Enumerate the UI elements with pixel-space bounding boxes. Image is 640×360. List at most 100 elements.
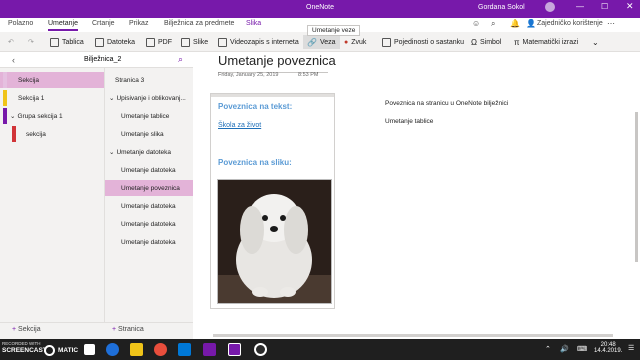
calendar-icon: [382, 37, 391, 47]
emoji-icon[interactable]: ☺: [472, 19, 480, 28]
section-color-tab: [3, 90, 7, 106]
store-icon[interactable]: [178, 343, 191, 356]
section-item-sekcija-lower[interactable]: sekcija: [0, 126, 104, 142]
horizontal-scrollbar[interactable]: [213, 334, 613, 337]
table-icon: [50, 37, 59, 47]
vertical-scrollbar[interactable]: [635, 112, 638, 262]
add-section-button[interactable]: + Sekcija: [12, 326, 41, 333]
search-icon[interactable]: ⌕: [491, 19, 495, 29]
chevron-down-icon: ⌄: [109, 95, 115, 102]
hyperlink[interactable]: Škola za život: [218, 122, 261, 129]
clock[interactable]: 20:48 14.4.2019.: [594, 342, 622, 354]
link-icon: 🔗: [307, 37, 317, 47]
tray-chevron-icon[interactable]: ⌃: [545, 345, 551, 353]
share-icon[interactable]: 👤: [526, 19, 536, 28]
heading-image-link: Poveznica na sliku:: [218, 158, 292, 167]
video-icon: [218, 37, 227, 47]
section-color-tab: [12, 126, 16, 142]
insert-audio-button[interactable]: ● Zvuk: [344, 36, 366, 48]
edge-icon[interactable]: [106, 343, 119, 356]
section-item-sekcija-1[interactable]: Sekcija 1: [0, 90, 104, 106]
insert-online-video-button[interactable]: Videozapis s interneta: [218, 36, 299, 48]
tab-biljeznica-za-predmete[interactable]: Bilježnica za predmete: [164, 20, 234, 27]
page-item[interactable]: Umetanje datoteka: [105, 234, 194, 250]
redo-icon[interactable]: ↷: [28, 36, 34, 48]
pdf-icon: [146, 37, 155, 47]
chevron-down-icon: ⌄: [109, 149, 115, 156]
page-item[interactable]: Umetanje datoteka: [105, 198, 194, 214]
math-icon: π: [514, 37, 520, 47]
keyboard-icon[interactable]: ⌨: [577, 345, 587, 353]
section-list: Sekcija Sekcija 1 ⌄ Grupa sekcija 1 sekc…: [0, 68, 104, 322]
bell-icon[interactable]: 🔔: [510, 19, 520, 28]
page-date: Friday, January 25, 2019: [218, 72, 279, 78]
minimize-icon[interactable]: —: [576, 2, 584, 11]
page-item[interactable]: Umetanje slika: [105, 126, 194, 142]
page-time: 8:53 PM: [298, 72, 319, 78]
notebook-name[interactable]: Bilježnica_2: [84, 56, 121, 63]
recorder-caption: RECORDED WITH: [2, 341, 41, 346]
tab-umetanje[interactable]: Umetanje: [48, 20, 78, 27]
close-icon[interactable]: ✕: [626, 1, 634, 12]
chevron-down-icon[interactable]: ⌄: [592, 36, 599, 48]
heading-text-link: Poveznica na tekst:: [218, 102, 293, 111]
section-group-item[interactable]: ⌄ Grupa sekcija 1: [0, 108, 104, 124]
share-button[interactable]: Zajedničko korištenje: [537, 20, 603, 27]
page-item[interactable]: ⌄ Umetanje datoteka: [105, 144, 194, 160]
task-view-icon[interactable]: [84, 344, 95, 355]
insert-link-button[interactable]: 🔗 Veza: [303, 35, 340, 49]
insert-symbol-button[interactable]: Ω Simbol: [471, 36, 501, 48]
picture-icon: [181, 37, 190, 47]
tab-crtanje[interactable]: Crtanje: [92, 20, 115, 27]
add-bar: + Sekcija + Stranica: [0, 322, 193, 339]
tab-slika[interactable]: Slika: [246, 20, 261, 27]
active-tab-underline: [48, 29, 78, 31]
section-group-color-tab: [3, 108, 7, 124]
page-item[interactable]: Umetanje tablice: [105, 108, 194, 124]
insert-toolbar: ↶ ↷ Tablica Datoteka PDF Slike Videozapi…: [0, 25, 640, 52]
user-name[interactable]: Gordana Sokol: [478, 4, 525, 11]
avatar[interactable]: [545, 2, 555, 12]
app-icon[interactable]: [254, 343, 267, 356]
more-icon[interactable]: ⋯: [607, 19, 615, 28]
file-explorer-icon[interactable]: [130, 343, 143, 356]
note-container[interactable]: Poveznica na tekst: Škola za život Povez…: [210, 93, 335, 309]
recorder-brand: SCREENCAST: [2, 347, 47, 354]
math-button[interactable]: π Matematički izrazi: [514, 36, 578, 48]
chrome-icon[interactable]: [154, 343, 167, 356]
onenote-page-link[interactable]: Poveznica na stranicu u OneNote bilježni…: [385, 100, 508, 107]
file-icon: [95, 37, 104, 47]
insert-table-button[interactable]: Tablica: [50, 36, 84, 48]
container-handle[interactable]: [211, 94, 334, 97]
title-bar: OneNote Gordana Sokol — ☐ ✕: [0, 0, 640, 18]
insert-pdf-button[interactable]: PDF: [146, 36, 172, 48]
page-link-table[interactable]: Umetanje tablice: [385, 118, 433, 125]
onenote-taskbar-icon[interactable]: [203, 343, 216, 356]
page-item[interactable]: Umetanje datoteka: [105, 162, 194, 178]
tab-polazno[interactable]: Polazno: [8, 20, 33, 27]
insert-pictures-button[interactable]: Slike: [181, 36, 208, 48]
dog-picture[interactable]: [217, 179, 332, 304]
page-item[interactable]: ⌄ Upisivanje i oblikovanj...: [105, 90, 194, 106]
meeting-details-button[interactable]: Pojedinosti o sastanku: [382, 36, 464, 48]
tab-prikaz[interactable]: Prikaz: [129, 20, 148, 27]
page-item-selected[interactable]: Umetanje poveznica: [105, 180, 194, 196]
recorder-suffix: MATIC: [58, 347, 79, 354]
maximize-icon[interactable]: ☐: [601, 2, 608, 11]
notifications-icon[interactable]: ☰: [628, 344, 634, 352]
insert-file-button[interactable]: Datoteka: [95, 36, 135, 48]
tooltip: Umetanje veze: [307, 25, 361, 36]
microphone-icon: ●: [344, 38, 349, 46]
section-item-sekcija[interactable]: Sekcija: [0, 72, 104, 88]
page-item[interactable]: Umetanje datoteka: [105, 216, 194, 232]
undo-icon[interactable]: ↶: [8, 36, 14, 48]
onenote-active-icon[interactable]: [228, 343, 241, 356]
page-canvas[interactable]: Umetanje poveznica Friday, January 25, 2…: [193, 52, 640, 339]
back-icon[interactable]: ‹: [12, 55, 15, 65]
page-item[interactable]: Stranica 3: [105, 72, 194, 88]
add-page-button[interactable]: + Stranica: [112, 326, 144, 333]
app-title: OneNote: [306, 4, 335, 11]
page-title[interactable]: Umetanje poveznica: [218, 53, 336, 68]
volume-icon[interactable]: 🔊: [560, 345, 569, 353]
search-notebook-icon[interactable]: ⌕: [178, 54, 183, 65]
